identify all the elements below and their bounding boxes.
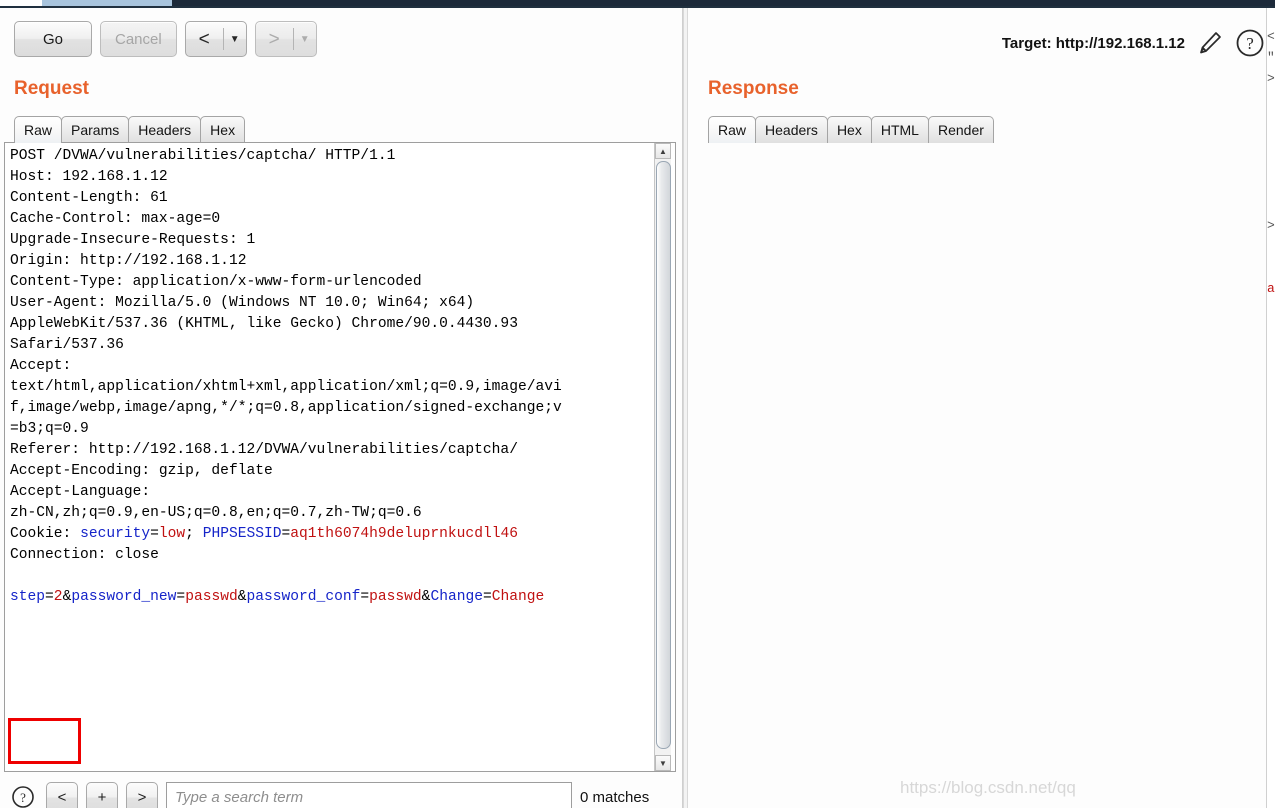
response-tabs: Raw Headers Hex HTML Render: [708, 115, 994, 143]
request-search-add-button[interactable]: +: [86, 781, 118, 808]
svg-text:?: ?: [20, 790, 26, 805]
request-raw-text[interactable]: POST /DVWA/vulnerabilities/captcha/ HTTP…: [10, 146, 562, 608]
background-panel-peek: < " > > a: [1266, 8, 1275, 808]
tab-request-raw[interactable]: Raw: [14, 116, 63, 143]
request-scroll-down-icon[interactable]: ▼: [655, 755, 671, 771]
request-search-next-button[interactable]: >: [126, 781, 158, 808]
burp-repeater-window: Go Cancel < ▼ > ▼ Request Raw Params Hea…: [0, 0, 1275, 808]
request-vertical-scrollbar[interactable]: ▲ ▼: [654, 143, 671, 771]
request-match-count: 0 matches: [580, 788, 650, 806]
request-search-prev-button[interactable]: <: [46, 781, 78, 808]
svg-text:?: ?: [1246, 34, 1254, 53]
forward-arrow-icon: >: [268, 28, 280, 50]
tab-response-hex[interactable]: Hex: [826, 116, 872, 143]
tab-response-raw[interactable]: Raw: [708, 116, 757, 143]
response-panel: Target: http://192.168.1.12 ? Response R…: [688, 8, 1275, 808]
window-top-strip: [0, 0, 1275, 8]
tab-response-render[interactable]: Render: [927, 116, 994, 143]
response-title: Response: [708, 78, 799, 99]
go-button[interactable]: Go: [14, 21, 92, 57]
request-scroll-up-icon[interactable]: ▲: [655, 143, 671, 159]
tab-request-hex[interactable]: Hex: [200, 116, 246, 143]
target-label: Target: http://192.168.1.12: [1001, 34, 1185, 52]
request-editor[interactable]: POST /DVWA/vulnerabilities/captcha/ HTTP…: [4, 142, 676, 772]
tab-response-html[interactable]: HTML: [870, 116, 929, 143]
forward-button: > ▼: [254, 21, 317, 57]
request-tabs: Raw Params Headers Hex: [14, 115, 246, 143]
cancel-button: Cancel: [100, 21, 177, 57]
tab-response-headers[interactable]: Headers: [755, 116, 828, 143]
target-bar: Target: http://192.168.1.12 ?: [1002, 28, 1265, 58]
request-panel: Go Cancel < ▼ > ▼ Request Raw Params Hea…: [0, 8, 683, 808]
request-search-help-icon[interactable]: ?: [8, 782, 38, 808]
back-arrow-icon: <: [198, 28, 210, 50]
forward-dropdown-icon: ▼: [299, 33, 310, 45]
tab-request-headers[interactable]: Headers: [128, 116, 202, 143]
tab-request-params[interactable]: Params: [61, 116, 130, 143]
annotation-step-parameter: [8, 718, 81, 764]
request-scroll-thumb[interactable]: [656, 161, 671, 749]
back-button[interactable]: < ▼: [184, 21, 247, 57]
repeater-toolbar: Go Cancel < ▼ > ▼: [14, 21, 317, 57]
request-title: Request: [14, 78, 89, 99]
pencil-icon[interactable]: [1195, 28, 1225, 58]
back-dropdown-icon[interactable]: ▼: [224, 22, 246, 56]
question-icon[interactable]: ?: [1235, 28, 1265, 58]
request-search-input[interactable]: [166, 781, 572, 808]
request-search-bar: ? < + > 0 matches: [8, 780, 649, 808]
